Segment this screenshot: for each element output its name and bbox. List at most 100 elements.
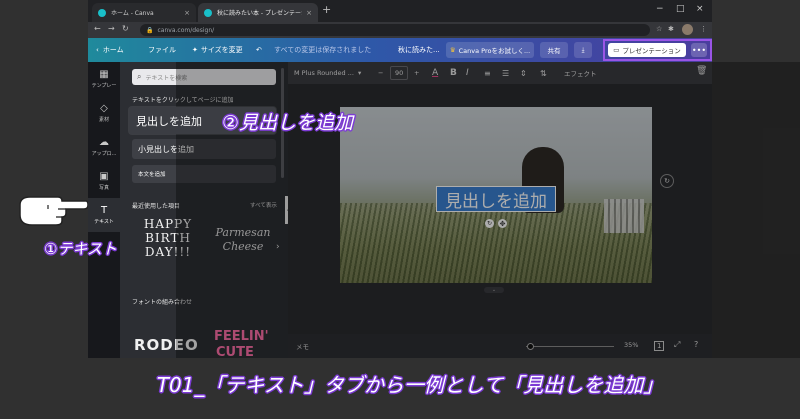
- recent-item-parmesan-cheese[interactable]: Parmesan Cheese: [210, 227, 276, 252]
- canva-pro-trial-button[interactable]: ♛ Canva Proをお試しく...: [446, 42, 534, 58]
- sidebar-item-text[interactable]: T テキスト: [88, 198, 120, 232]
- sidebar-item-templates[interactable]: ▦ テンプレー: [88, 62, 120, 96]
- cloud-upload-icon: ☁: [99, 137, 109, 148]
- effects-button[interactable]: エフェクト: [564, 66, 597, 80]
- rotate-icon[interactable]: ↻: [485, 219, 494, 228]
- side-navigation: ▦ テンプレー ◇ 素材 ☁ アップロ... ▣ 写真 T テキスト: [88, 62, 120, 358]
- font-size-plus-button[interactable]: +: [414, 66, 419, 80]
- screenshot-stage: ホーム - Canva × 秋に読みたい本 - プレゼンテーション × + − …: [0, 0, 800, 419]
- combo-feelin[interactable]: FEELIN': [214, 330, 269, 343]
- tab-presentation[interactable]: 秋に読みたい本 - プレゼンテーション ×: [198, 3, 318, 22]
- fullscreen-icon[interactable]: ⤢: [674, 340, 680, 350]
- crown-icon: ♛: [449, 46, 456, 54]
- document-title[interactable]: 秋に読みた...: [398, 38, 440, 62]
- headline-textbox[interactable]: 見出しを追加: [436, 186, 556, 212]
- bold-button[interactable]: B: [450, 66, 457, 80]
- address-bar: ← → ↻ 🔒 canva.com/design/ ☆ ✱ ⋮: [88, 22, 712, 38]
- resize-button[interactable]: ✦ サイズを変更: [192, 38, 243, 62]
- tab-title: ホーム - Canva: [111, 10, 154, 17]
- pointing-hand-icon: [19, 196, 88, 226]
- trash-icon[interactable]: 🗑: [696, 66, 707, 76]
- save-status: すべての変更は保存されました: [274, 38, 371, 62]
- help-icon[interactable]: ?: [694, 340, 698, 349]
- share-button[interactable]: 共有: [540, 42, 568, 58]
- sidebar-item-elements[interactable]: ◇ 素材: [88, 96, 120, 130]
- photo-icon: ▣: [99, 171, 109, 182]
- tab-home[interactable]: ホーム - Canva ×: [92, 3, 196, 22]
- align-icon[interactable]: ≡: [484, 66, 491, 80]
- add-heading-spotlight-label: 見出しを追加: [136, 114, 202, 128]
- combo-line: DAY!!!: [144, 245, 192, 259]
- combo-line: Parmesan: [215, 226, 271, 239]
- canva-favicon-icon: [98, 8, 106, 17]
- font-size-input[interactable]: 90: [390, 66, 409, 80]
- chevron-down-icon: ▾: [357, 69, 362, 77]
- notes-button[interactable]: メモ: [296, 341, 309, 351]
- close-icon[interactable]: ×: [184, 9, 190, 17]
- menu-icon[interactable]: ⋮: [700, 25, 707, 33]
- add-body-button[interactable]: 本文を追加: [132, 165, 276, 183]
- browser-window: ホーム - Canva × 秋に読みたい本 - プレゼンテーション × + − …: [88, 0, 800, 358]
- file-menu-button[interactable]: ファイル: [148, 38, 176, 62]
- minimize-icon[interactable]: −: [656, 4, 664, 14]
- new-tab-button[interactable]: +: [322, 3, 331, 16]
- present-button[interactable]: ▭ プレゼンテーション: [608, 43, 686, 57]
- star-icon[interactable]: ☆: [656, 25, 662, 33]
- add-subheading-button[interactable]: 小見出しを追加: [132, 139, 276, 159]
- move-icon[interactable]: ✥: [498, 219, 507, 228]
- editor-footer: メモ 35% 1 ⤢ ?: [288, 334, 712, 358]
- canva-header: ‹ ホーム ファイル ✦ サイズを変更 ↶ すべての変更は保存されました 秋に読…: [88, 38, 712, 62]
- sidebar-item-uploads[interactable]: ☁ アップロ...: [88, 130, 120, 164]
- text-color-icon[interactable]: A: [432, 66, 438, 80]
- font-size-minus-button[interactable]: −: [378, 66, 383, 80]
- photo-bench: [604, 199, 644, 233]
- maximize-icon[interactable]: □: [676, 4, 685, 14]
- zoom-slider[interactable]: [526, 346, 614, 347]
- text-search-input[interactable]: ⌕ テキストを検索: [132, 69, 276, 85]
- elements-icon: ◇: [100, 103, 108, 114]
- list-icon[interactable]: ☰: [502, 66, 509, 80]
- reload-icon[interactable]: ↻: [122, 24, 129, 33]
- text-size-icon[interactable]: ⇅: [540, 66, 547, 80]
- font-family-value: M Plus Rounded ...: [294, 69, 354, 77]
- slide-canvas[interactable]: 見出しを追加 ↻ ✥: [340, 107, 652, 283]
- templates-icon: ▦: [99, 69, 109, 80]
- sidebar-item-photos[interactable]: ▣ 写真: [88, 164, 120, 198]
- zoom-slider-knob[interactable]: [527, 343, 534, 350]
- more-options-button[interactable]: •••: [691, 43, 707, 57]
- home-button[interactable]: ‹ ホーム: [96, 38, 124, 62]
- profile-avatar[interactable]: [682, 24, 693, 35]
- resize-label: サイズを変更: [200, 46, 243, 54]
- document-title-text: 秋に読みた...: [398, 46, 440, 54]
- file-label: ファイル: [148, 46, 176, 54]
- refresh-icon[interactable]: ↻: [660, 174, 674, 188]
- close-icon[interactable]: ×: [306, 9, 312, 17]
- zoom-value: 35%: [624, 341, 639, 349]
- combo-line: BIRTH: [145, 231, 191, 245]
- save-status-text: すべての変更は保存されました: [274, 46, 372, 54]
- combo-rodeo[interactable]: RODEO: [134, 338, 199, 353]
- extensions-icon[interactable]: ✱: [668, 25, 674, 33]
- see-all-link[interactable]: すべて表示: [250, 201, 277, 209]
- font-family-select[interactable]: M Plus Rounded ... ▾: [294, 66, 361, 80]
- window-close-icon[interactable]: ×: [696, 4, 704, 14]
- sidebar-item-label: テンプレー: [91, 83, 117, 89]
- editor-toolbar: M Plus Rounded ... ▾ − 90 + A B I ≡ ☰ ⇕ …: [288, 62, 712, 84]
- letter-spacing-icon[interactable]: ⇕: [520, 66, 527, 80]
- caption-text: T01_「テキスト」タブから一例として「見出しを追加」: [156, 373, 664, 397]
- undo-button[interactable]: ↶: [256, 38, 262, 62]
- recent-item-happy-birthday[interactable]: HAPPY BIRTH DAY!!!: [132, 218, 204, 258]
- url-field[interactable]: 🔒 canva.com/design/: [140, 24, 650, 36]
- back-icon[interactable]: ←: [94, 24, 101, 33]
- chevron-left-icon: ‹: [96, 46, 99, 54]
- undo-icon: ↶: [256, 46, 262, 54]
- page-count-badge[interactable]: 1: [654, 341, 665, 351]
- add-body-label: 本文を追加: [138, 172, 166, 178]
- combo-cute[interactable]: CUTE: [216, 346, 254, 358]
- page-expand-handle[interactable]: ⌄: [484, 287, 504, 293]
- italic-button[interactable]: I: [466, 66, 469, 80]
- sidebar-item-label: 写真: [98, 185, 109, 191]
- download-button[interactable]: ⤓: [574, 42, 592, 58]
- forward-icon[interactable]: →: [108, 24, 115, 33]
- chevron-right-icon[interactable]: ›: [276, 242, 280, 252]
